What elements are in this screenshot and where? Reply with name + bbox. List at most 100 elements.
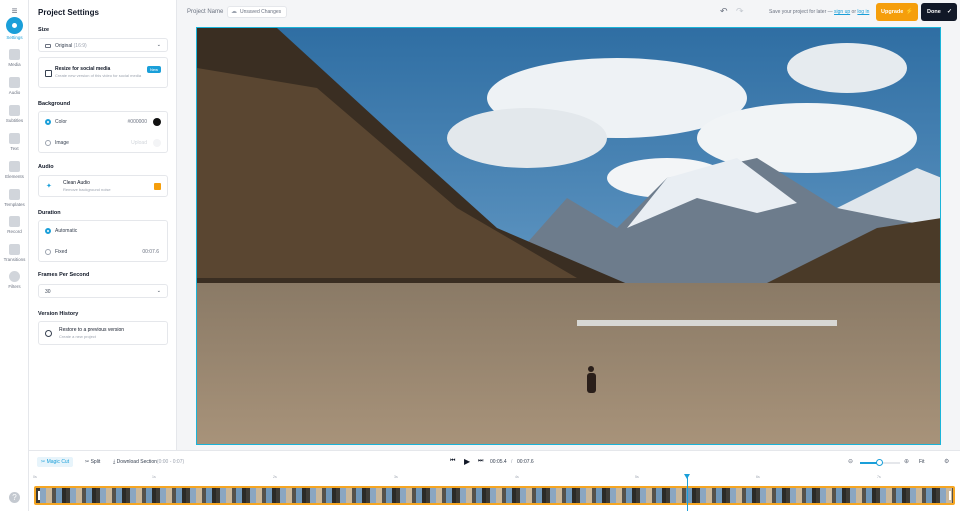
media-icon <box>9 49 20 60</box>
video-frame-image <box>197 28 940 444</box>
save-note: Save your project for later — sign up or… <box>769 9 870 15</box>
project-name[interactable]: Project Name <box>187 9 223 15</box>
rail-item-templates[interactable]: Templates <box>0 189 29 207</box>
resize-desc: Create new version of this video for soc… <box>55 73 142 78</box>
duration-title: Duration <box>38 210 61 216</box>
rail-item-label: Filters <box>8 284 21 289</box>
ruler-tick: 3s <box>394 475 398 479</box>
color-label: Color <box>55 119 67 125</box>
background-card: Color #000000 Image Upload <box>38 111 168 153</box>
unsaved-changes-badge: Unsaved Changes <box>227 6 288 18</box>
rail-item-label: Media <box>8 62 21 67</box>
undo-icon[interactable]: ↶ <box>720 6 728 17</box>
magic-cut-button[interactable]: ✂ Magic Cut <box>37 457 74 467</box>
zoom-in-icon[interactable]: ⊕ <box>904 458 909 465</box>
audio-title: Audio <box>38 164 54 170</box>
rail-item-subtitles[interactable]: Subtitles <box>0 105 29 123</box>
automatic-radio[interactable] <box>45 228 51 234</box>
clean-audio-title: Clean Audio <box>63 180 90 186</box>
color-value[interactable]: #000000 <box>128 119 147 125</box>
history-title: Version History <box>38 311 79 317</box>
zoom-out-icon[interactable]: ⊖ <box>848 458 853 465</box>
new-badge: New <box>146 66 161 73</box>
rail-item-media[interactable]: Media <box>0 49 29 67</box>
log-in-link[interactable]: log in <box>857 9 869 15</box>
ruler-tick: 2s <box>273 475 277 479</box>
resize-icon <box>45 70 52 77</box>
upgrade-button[interactable]: Upgrade ⚡ <box>876 3 918 21</box>
top-bar: Project Name Unsaved Changes ↶ ↷ Save yo… <box>177 0 960 25</box>
rail-item-label: Transitions <box>3 257 26 262</box>
chevron-down-icon: ⌄ <box>156 288 161 294</box>
elements-icon <box>9 161 20 172</box>
restore-version-card[interactable]: Restore to a previous version Create a n… <box>38 321 168 345</box>
done-button[interactable]: Done ✓ <box>921 3 957 21</box>
subtitles-icon <box>9 105 20 116</box>
duration-card: Automatic Fixed 00:07.6 <box>38 220 168 262</box>
rail-item-settings[interactable]: Settings <box>0 18 29 40</box>
rail-item-audio[interactable]: Audio <box>0 77 29 95</box>
ruler-tick: 1s <box>152 475 156 479</box>
rail-item-label: Templates <box>4 202 25 207</box>
gear-icon[interactable]: ⚙ <box>944 458 949 465</box>
download-section-button[interactable]: ⤓ Download Section(0:00 - 0:07) <box>113 459 184 465</box>
history-icon <box>45 330 52 337</box>
bolt-icon: ⚡ <box>905 9 913 15</box>
rail-item-filters[interactable]: Filters <box>0 271 29 289</box>
resize-title: Resize for social media <box>55 66 111 72</box>
timeline: ✂ Magic Cut ✂ Split ⤓ Download Section(0… <box>29 450 960 511</box>
fixed-duration-value[interactable]: 00:07.6 <box>142 249 159 255</box>
clip-trim-handle-left[interactable] <box>38 491 40 500</box>
music-icon <box>9 77 20 88</box>
fps-title: Frames Per Second <box>38 272 90 278</box>
skip-back-icon[interactable]: ⏮ <box>450 458 455 465</box>
skip-forward-icon[interactable]: ⏭ <box>478 458 483 465</box>
rail-item-record[interactable]: Record <box>0 216 29 234</box>
restore-desc: Create a new project <box>59 334 96 339</box>
size-select[interactable]: Original (16:9) ⌄ <box>38 38 168 52</box>
upload-icon <box>153 139 161 147</box>
time-ruler[interactable]: 0s 1s 2s 3s 4s 5s 6s 7s <box>33 475 956 483</box>
rail-item-text[interactable]: Text <box>0 133 29 151</box>
fps-value: 30 <box>45 289 51 295</box>
color-radio[interactable] <box>45 119 51 125</box>
play-icon[interactable]: ▶ <box>464 457 470 466</box>
image-radio[interactable] <box>45 140 51 146</box>
resize-social-card[interactable]: Resize for social media Create new versi… <box>38 57 168 88</box>
current-time: 00:05.4 <box>490 459 507 465</box>
fixed-radio[interactable] <box>45 249 51 255</box>
total-time: 00:07.6 <box>517 459 534 465</box>
image-upload[interactable]: Upload <box>131 140 147 146</box>
restore-title: Restore to a previous version <box>59 327 125 333</box>
ruler-tick: 6s <box>756 475 760 479</box>
zoom-slider-handle[interactable] <box>876 459 883 466</box>
premium-icon <box>154 183 161 190</box>
rail-item-elements[interactable]: Elements <box>0 161 29 179</box>
clean-audio-card[interactable]: ✦ Clean Audio Remove background noise <box>38 175 168 197</box>
clip-trim-handle-right[interactable] <box>949 491 951 500</box>
rail-item-transitions[interactable]: Transitions <box>0 244 29 262</box>
size-select-value: Original (16:9) <box>55 43 87 49</box>
automatic-label: Automatic <box>55 228 78 234</box>
clean-audio-desc: Remove background noise <box>63 187 111 192</box>
sign-up-link[interactable]: sign up <box>834 9 850 15</box>
help-icon[interactable]: ? <box>9 492 20 503</box>
chevron-down-icon: ⌄ <box>156 42 161 48</box>
rail-item-label: Text <box>10 146 19 151</box>
time-separator: / <box>511 459 513 465</box>
playhead[interactable] <box>684 474 690 511</box>
color-swatch[interactable] <box>153 118 161 126</box>
fit-button[interactable]: Fit <box>919 459 925 465</box>
text-icon <box>9 133 20 144</box>
fps-select[interactable]: 30 ⌄ <box>38 284 168 298</box>
templates-icon <box>9 189 20 200</box>
ruler-tick: 4s <box>515 475 519 479</box>
rail-item-label: Settings <box>6 35 23 40</box>
video-clip-track[interactable] <box>34 486 955 505</box>
video-canvas[interactable] <box>196 27 941 445</box>
split-button[interactable]: ✂ Split <box>85 459 100 465</box>
menu-icon[interactable]: ≡ <box>9 6 20 17</box>
ruler-tick: 0s <box>33 475 37 479</box>
ruler-tick: 7s <box>877 475 881 479</box>
redo-icon[interactable]: ↷ <box>736 6 744 17</box>
